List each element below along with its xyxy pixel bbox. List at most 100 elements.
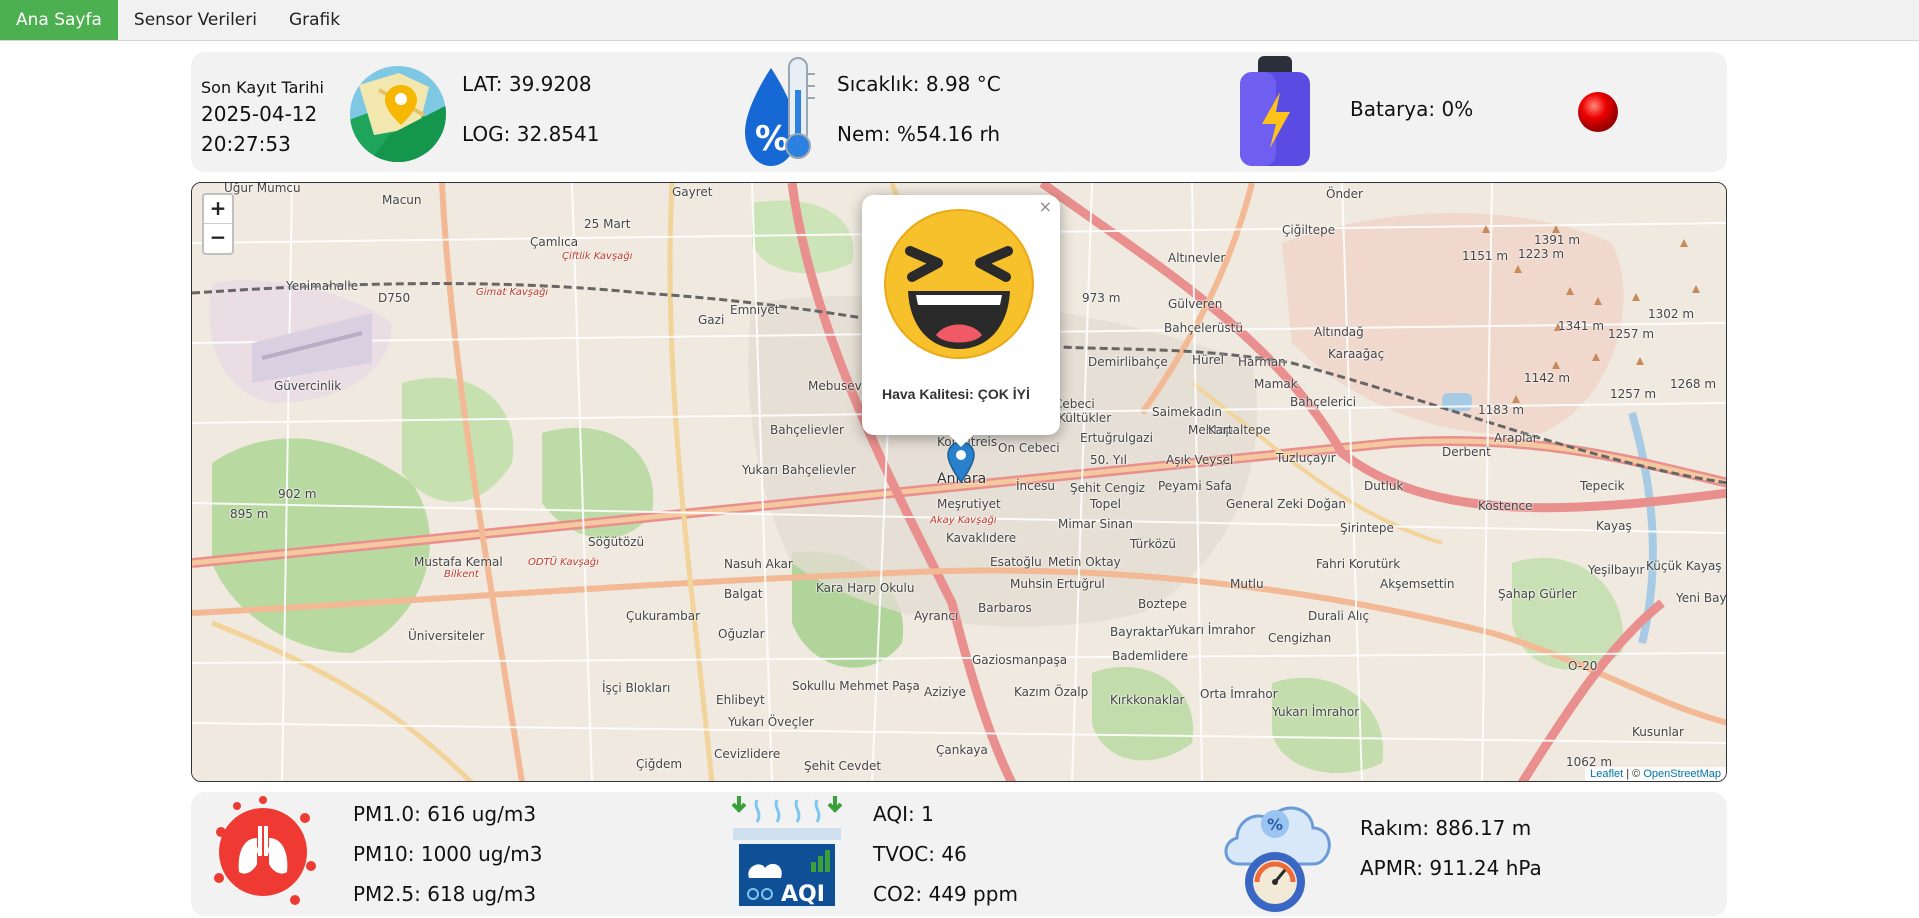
zoom-in-button[interactable]: + — [204, 195, 232, 224]
map-label: Kara Harp Okulu — [816, 581, 915, 595]
map-label: Bademlidere — [1112, 649, 1188, 663]
map-label: Kültükler — [1058, 411, 1112, 425]
map-label: Kavaklıdere — [946, 531, 1017, 545]
map-label: Şirintepe — [1340, 521, 1394, 535]
map-label: Söğütözü — [588, 535, 645, 549]
aqi-icon-text: AQI — [781, 882, 825, 907]
battery-value: Batarya: 0% — [1350, 97, 1474, 121]
map-label: Harman — [1238, 355, 1286, 369]
nav-item-grafik[interactable]: Grafik — [273, 0, 356, 40]
map-label: 50. Yıl — [1090, 453, 1127, 467]
leaflet-link[interactable]: Leaflet — [1590, 768, 1623, 780]
humidity-value: Nem: %54.16 rh — [837, 122, 1001, 146]
battery-icon — [1240, 56, 1310, 166]
map-label: General Zeki Doğan — [1226, 497, 1346, 511]
map-label: Güvercinlik — [274, 379, 342, 393]
map-label: Yeni Bayı — [1676, 591, 1727, 605]
map-label: Mutlu — [1230, 577, 1264, 591]
svg-text:%: % — [1267, 815, 1283, 834]
humidity-thermometer-icon: % — [745, 57, 815, 166]
map-label: 973 m — [1082, 291, 1121, 305]
map-label: Ertuğrulgazi — [1080, 431, 1153, 445]
map-label: Küçük Kayaş — [1646, 559, 1722, 573]
map-label: Mamak — [1254, 377, 1298, 391]
map-label: Kazım Özalp — [1014, 685, 1089, 699]
zoom-out-button[interactable]: − — [204, 224, 232, 253]
map-label: Boztepe — [1138, 597, 1187, 611]
temperature-value: Sıcaklık: 8.98 °C — [837, 72, 1001, 96]
laughing-face-icon — [884, 209, 1034, 359]
map-label: Saimekadın — [1152, 405, 1223, 419]
map-label: Nasuh Akar — [724, 557, 793, 571]
map-label: 1302 m — [1648, 307, 1695, 321]
location-map-icon — [350, 66, 446, 162]
map-label: Esatoğlu — [990, 555, 1042, 569]
map-label: Tepecik — [1580, 479, 1625, 493]
map-label: Cebeci — [1054, 397, 1095, 411]
map-label: Yenimahalle — [286, 279, 359, 293]
map-label: Macun — [382, 193, 422, 207]
map-label: Akşemsettin — [1380, 577, 1455, 591]
popup-close-button[interactable]: × — [1039, 197, 1052, 216]
nav-item-sensor-verileri[interactable]: Sensor Verileri — [118, 0, 273, 40]
map-label: Peyami Safa — [1158, 479, 1233, 493]
location-marker-icon[interactable] — [947, 441, 975, 483]
pressure-cloud-icon: % — [1224, 806, 1331, 912]
osm-link[interactable]: OpenStreetMap — [1643, 768, 1721, 780]
map-label: Çiğdem — [636, 757, 683, 771]
map-label: 902 m — [278, 487, 317, 501]
nav-item-ana-sayfa[interactable]: Ana Sayfa — [0, 0, 118, 40]
zoom-control: + − — [202, 193, 234, 255]
top-status-panel: Son Kayıt Tarihi 2025-04-12 20:27:53 LAT… — [191, 52, 1727, 172]
map-label: Çukurambar — [626, 609, 701, 623]
attribution-separator: | © — [1623, 768, 1644, 780]
map-label: 895 m — [230, 507, 269, 521]
map-label: Yukarı İmrahor — [1272, 705, 1360, 719]
map-label: Uğur Mumcu — [224, 182, 301, 195]
map-label: 1257 m — [1610, 387, 1657, 401]
map-label: Sokullu Mehmet Paşa — [792, 679, 920, 693]
map-label: Çankaya — [936, 743, 988, 757]
map-label: Kırkkonaklar — [1110, 693, 1185, 707]
map-label: 1268 m — [1670, 377, 1717, 391]
pm25-value: PM2.5: 618 ug/m3 — [353, 882, 537, 906]
map-view[interactable]: Ankara Korkutreis Meşrutiyet Akay Kavşağ… — [191, 182, 1727, 782]
map-label: ODTÜ Kavşağı — [528, 557, 599, 568]
map-label: Bayraktar — [1110, 625, 1169, 639]
map-label: Demirlibahçe — [1088, 355, 1168, 369]
bottom-sensor-panel: PM1.0: 616 ug/m3 PM10: 1000 ug/m3 PM2.5:… — [191, 792, 1727, 916]
map-label: Çiftlik Kavşağı — [562, 251, 633, 262]
map-label: Barbaros — [978, 601, 1032, 615]
map-label: Durali Alıç — [1308, 609, 1370, 623]
map-label: Muhsin Ertuğrul — [1010, 577, 1105, 591]
map-label: Topel — [1090, 497, 1121, 511]
map-label: 1391 m — [1534, 233, 1581, 247]
map-attribution: Leaflet | © OpenStreetMap — [1585, 767, 1726, 781]
top-navbar: Ana Sayfa Sensor Verileri Grafik — [0, 0, 1919, 41]
map-label: Metin Oktay — [1048, 555, 1121, 569]
map-label: Aziziye — [924, 685, 966, 699]
map-label: 25 Mart — [584, 217, 631, 231]
map-label: Önder — [1326, 187, 1363, 201]
map-label: Orta İmrahor — [1200, 687, 1278, 701]
map-label: Derbent — [1442, 445, 1491, 459]
map-label: Hürel — [1192, 353, 1225, 367]
record-time: 20:27:53 — [201, 132, 291, 156]
map-label: On Cebeci — [998, 441, 1060, 455]
latitude-value: LAT: 39.9208 — [462, 72, 592, 96]
status-indicator-icon — [1578, 92, 1618, 132]
map-label: Altınevler — [1168, 251, 1226, 265]
tvoc-value: TVOC: 46 — [873, 842, 967, 866]
map-label: Akay Kavşağı — [930, 515, 997, 526]
map-label: Aşık Veysel — [1166, 453, 1234, 467]
map-label: Oğuzlar — [718, 627, 765, 641]
svg-text:%: % — [755, 119, 789, 159]
map-label: Kartaltepe — [1208, 423, 1271, 437]
lungs-virus-icon — [214, 796, 316, 905]
map-label: 1142 m — [1524, 371, 1571, 385]
map-label: D750 — [378, 291, 411, 305]
map-label: Şehit Cevdet — [804, 759, 882, 773]
map-label: Emniyet — [730, 303, 780, 317]
map-label: Üniversiteler — [408, 629, 485, 643]
map-label: 1257 m — [1608, 327, 1655, 341]
